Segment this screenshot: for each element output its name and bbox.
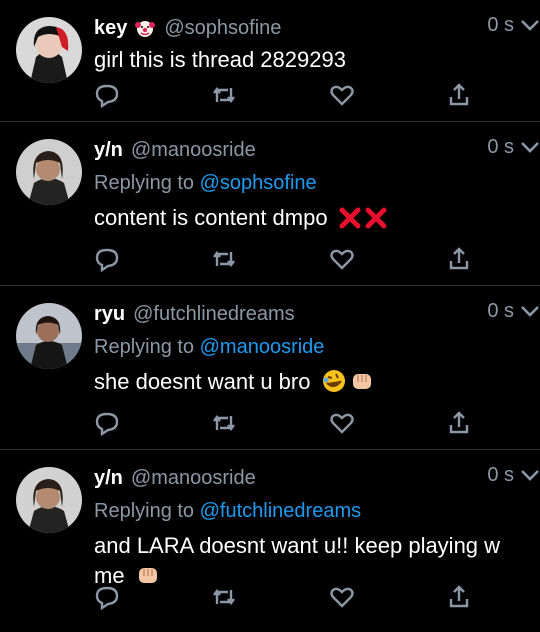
reply-icon[interactable] — [94, 584, 120, 610]
tweet-text-row: content is content dmpo — [94, 203, 526, 233]
retweet-icon[interactable] — [211, 410, 237, 436]
like-heart-icon[interactable] — [329, 82, 355, 108]
tweet[interactable]: key @sophsofine girl this is thread 2829… — [0, 0, 540, 122]
chevron-down-icon[interactable] — [520, 140, 540, 154]
cross-mark-icon — [365, 207, 387, 229]
tweet-actions — [94, 246, 472, 272]
mention-link[interactable]: @sophsofine — [200, 172, 317, 194]
tweet-text: girl this is thread 2829293 — [94, 47, 346, 72]
share-icon[interactable] — [446, 584, 472, 610]
display-name[interactable]: key — [94, 17, 127, 40]
replying-to-label: Replying to — [94, 500, 195, 522]
tweet-actions — [94, 584, 472, 610]
handle[interactable]: @sophsofine — [164, 17, 281, 40]
replying-to-label: Replying to — [94, 336, 195, 358]
replying-to: Replying to @manoosride — [94, 336, 526, 359]
like-heart-icon[interactable] — [329, 246, 355, 272]
timestamp: 0 s — [487, 464, 514, 486]
tweet-text-row: she doesnt want u bro — [94, 367, 526, 397]
retweet-icon[interactable] — [211, 246, 237, 272]
avatar[interactable] — [16, 139, 82, 205]
retweet-icon[interactable] — [211, 584, 237, 610]
tweet[interactable]: y/n @manoosride Replying to @futchlinedr… — [0, 450, 540, 632]
handle[interactable]: @futchlinedreams — [133, 303, 294, 326]
avatar[interactable] — [16, 17, 82, 83]
retweet-icon[interactable] — [211, 82, 237, 108]
replying-to: Replying to @sophsofine — [94, 172, 526, 195]
display-name[interactable]: y/n — [94, 139, 123, 162]
tweet-actions — [94, 82, 472, 108]
tweet[interactable]: ryu @futchlinedreams Replying to @manoos… — [0, 286, 540, 450]
clown-emoji-icon — [134, 17, 156, 39]
replying-to-label: Replying to — [94, 172, 195, 194]
chevron-down-icon[interactable] — [520, 18, 540, 32]
handle[interactable]: @manoosride — [131, 139, 256, 162]
mention-link[interactable]: @manoosride — [200, 336, 325, 358]
display-name[interactable]: y/n — [94, 467, 123, 490]
tweet-text: she doesnt want u bro — [94, 369, 311, 394]
share-icon[interactable] — [446, 246, 472, 272]
replying-to: Replying to @futchlinedreams — [94, 500, 526, 523]
tweet-text: content is content dmpo — [94, 205, 328, 230]
timestamp: 0 s — [487, 300, 514, 322]
timestamp: 0 s — [487, 14, 514, 36]
tweet-actions — [94, 410, 472, 436]
avatar[interactable] — [16, 467, 82, 533]
mention-link[interactable]: @futchlinedreams — [200, 500, 361, 522]
share-icon[interactable] — [446, 82, 472, 108]
handle[interactable]: @manoosride — [131, 467, 256, 490]
cross-mark-icon — [339, 207, 361, 229]
avatar[interactable] — [16, 303, 82, 369]
chevron-down-icon[interactable] — [520, 304, 540, 318]
rofl-emoji-icon — [322, 370, 345, 392]
reply-icon[interactable] — [94, 82, 120, 108]
display-name[interactable]: ryu — [94, 303, 125, 326]
chevron-down-icon[interactable] — [520, 468, 540, 482]
fist-emoji-icon — [352, 374, 371, 389]
timestamp: 0 s — [487, 136, 514, 158]
reply-icon[interactable] — [94, 410, 120, 436]
like-heart-icon[interactable] — [329, 410, 355, 436]
reply-icon[interactable] — [94, 246, 120, 272]
tweet-text-row: and LARA doesnt want u!! keep playing w … — [94, 531, 526, 591]
share-icon[interactable] — [446, 410, 472, 436]
like-heart-icon[interactable] — [329, 584, 355, 610]
tweet[interactable]: y/n @manoosride Replying to @sophsofine … — [0, 122, 540, 286]
